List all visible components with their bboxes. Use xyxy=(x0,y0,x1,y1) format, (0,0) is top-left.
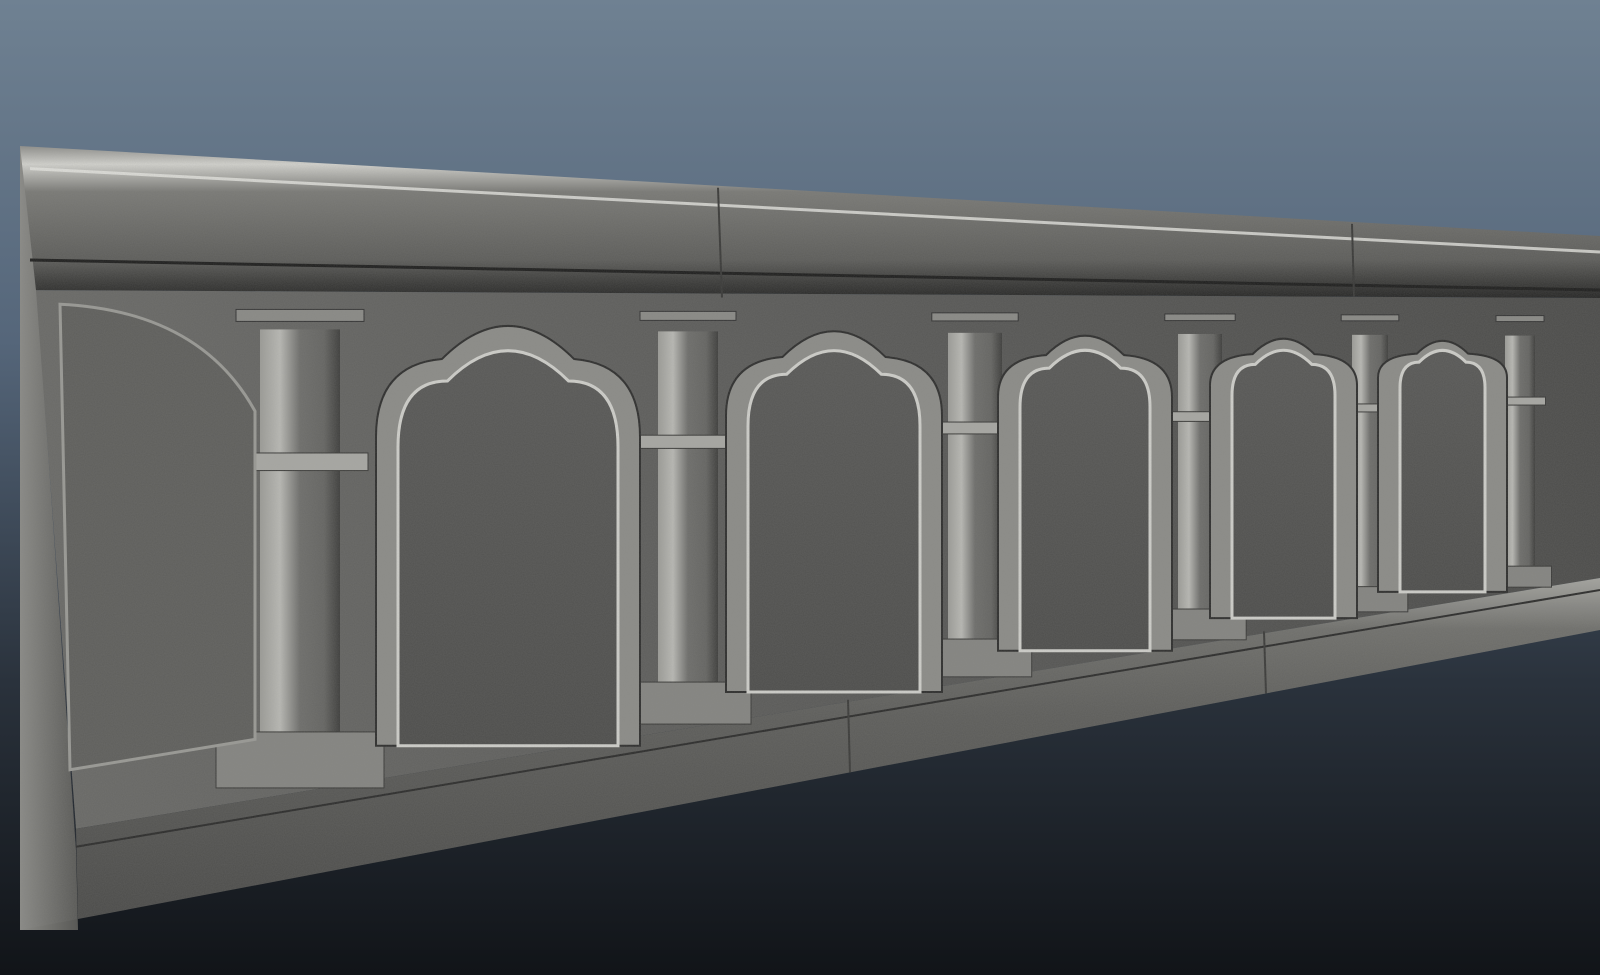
3d-viewport[interactable] xyxy=(0,0,1600,975)
wall-model-render xyxy=(20,146,1600,930)
concrete-texture-overlay xyxy=(20,146,1600,930)
wall-panel xyxy=(20,146,1600,930)
